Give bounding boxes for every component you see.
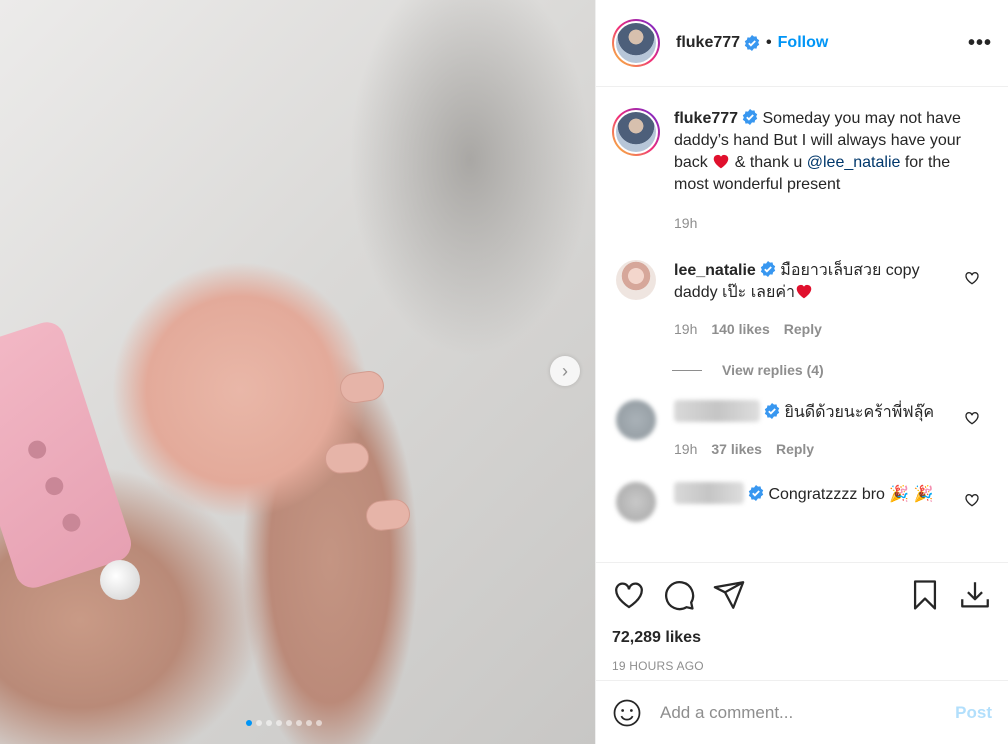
view-replies-button[interactable]: View replies (4) [672,362,992,378]
comment-body: lee_natalie มือยาวเล็บสวย copy daddy เป๊… [674,260,954,340]
blurred-username[interactable] [674,482,744,504]
caption-time[interactable]: 19h [674,212,697,234]
wristband-hole [60,511,83,534]
comment-input[interactable] [660,702,956,723]
comment-item: ยินดีด้วยนะคร้าพี่ฟลุ๊ค 19h 37 likes Rep… [612,400,992,460]
post-actions: 72,289 likes 19 HOURS AGO [596,562,1008,673]
bookmark-save-icon[interactable] [908,578,942,612]
caption-body: fluke777 Someday you may not have daddy’… [674,108,974,234]
post-image[interactable] [0,0,595,744]
emoji-smiley-icon[interactable] [612,698,642,728]
comment-time[interactable]: 19h [674,438,697,460]
comment-bubble-icon[interactable] [662,578,696,612]
carousel-dot[interactable] [246,720,252,726]
likes-count[interactable]: 72,289 likes [612,629,992,647]
comment-body: Congratzzzz bro 🎉 🎉 [674,482,954,522]
comment-username[interactable]: lee_natalie [674,262,756,279]
post-comment-button[interactable]: Post [955,703,992,723]
carousel-dot[interactable] [256,720,262,726]
share-send-icon[interactable] [712,578,746,612]
comment-text: Congratzzzz bro [768,486,885,503]
more-options-icon[interactable]: ••• [968,32,992,55]
comment-time[interactable]: 19h [674,318,697,340]
avatar[interactable] [612,19,660,67]
action-row [612,575,992,615]
header-username[interactable]: fluke777 [676,34,740,52]
header-separator: • [766,34,772,51]
caption: fluke777 Someday you may not have daddy’… [612,108,992,234]
wristband-hole [42,474,66,498]
carousel-dot[interactable] [276,720,282,726]
party-popper-emoji-icon: 🎉 🎉 [889,486,934,503]
verified-badge-icon [748,485,764,501]
add-comment-bar: Post [596,680,1008,744]
view-replies-label: View replies (4) [722,362,824,378]
carousel-next-icon[interactable]: › [550,356,580,386]
wristband-snap [100,560,140,600]
post-header: fluke777 • Follow ••• [596,0,1008,87]
comment-avatar[interactable] [616,482,656,522]
comment-likes[interactable]: 37 likes [711,438,762,460]
fingernail [338,369,386,405]
replies-divider [672,369,702,371]
comment-item: Congratzzzz bro 🎉 🎉 [612,482,992,522]
caption-avatar[interactable] [612,108,660,156]
post-detail-panel: fluke777 • Follow ••• fluke777 Someday y… [595,0,1008,744]
reply-button[interactable]: Reply [776,438,814,460]
comment-avatar[interactable] [616,400,656,440]
like-comment-heart-icon[interactable] [964,492,980,508]
fingernail [364,497,412,533]
like-comment-heart-icon[interactable] [964,410,980,426]
fingernail [324,441,370,475]
red-heart-emoji-icon [796,284,812,299]
hospital-wristband [0,317,136,593]
verified-badge-icon [744,35,760,51]
reply-button[interactable]: Reply [784,318,822,340]
verified-badge-icon [760,261,776,277]
comments-list[interactable]: fluke777 Someday you may not have daddy’… [596,88,1008,562]
comment-item: lee_natalie มือยาวเล็บสวย copy daddy เป๊… [612,260,992,340]
comment-meta: 19h 37 likes Reply [674,438,954,460]
red-heart-emoji-icon [713,154,729,169]
blurred-username[interactable] [674,400,760,422]
post-time[interactable]: 19 HOURS AGO [612,659,992,673]
verified-badge-icon [742,109,758,125]
verified-badge-icon [764,403,780,419]
carousel-dot[interactable] [286,720,292,726]
like-comment-heart-icon[interactable] [964,270,980,286]
mention-link[interactable]: @lee_natalie [807,154,901,171]
caption-username[interactable]: fluke777 [674,110,738,127]
carousel-dot[interactable] [266,720,272,726]
comment-body: ยินดีด้วยนะคร้าพี่ฟลุ๊ค 19h 37 likes Rep… [674,400,954,460]
comment-meta: 19h 140 likes Reply [674,318,954,340]
carousel-dot[interactable] [316,720,322,726]
carousel-dot[interactable] [296,720,302,726]
download-icon[interactable] [958,578,992,612]
caption-text: & thank u [730,154,807,171]
comment-text: ยินดีด้วยนะคร้าพี่ฟลุ๊ค [784,404,935,421]
follow-button[interactable]: Follow [778,34,829,52]
carousel-dot[interactable] [306,720,312,726]
caption-meta: 19h [674,212,974,234]
comment-avatar[interactable] [616,260,656,300]
carousel-dots [246,720,322,726]
wristband-hole [25,438,49,461]
comment-likes[interactable]: 140 likes [711,318,769,340]
like-heart-icon[interactable] [612,578,646,612]
